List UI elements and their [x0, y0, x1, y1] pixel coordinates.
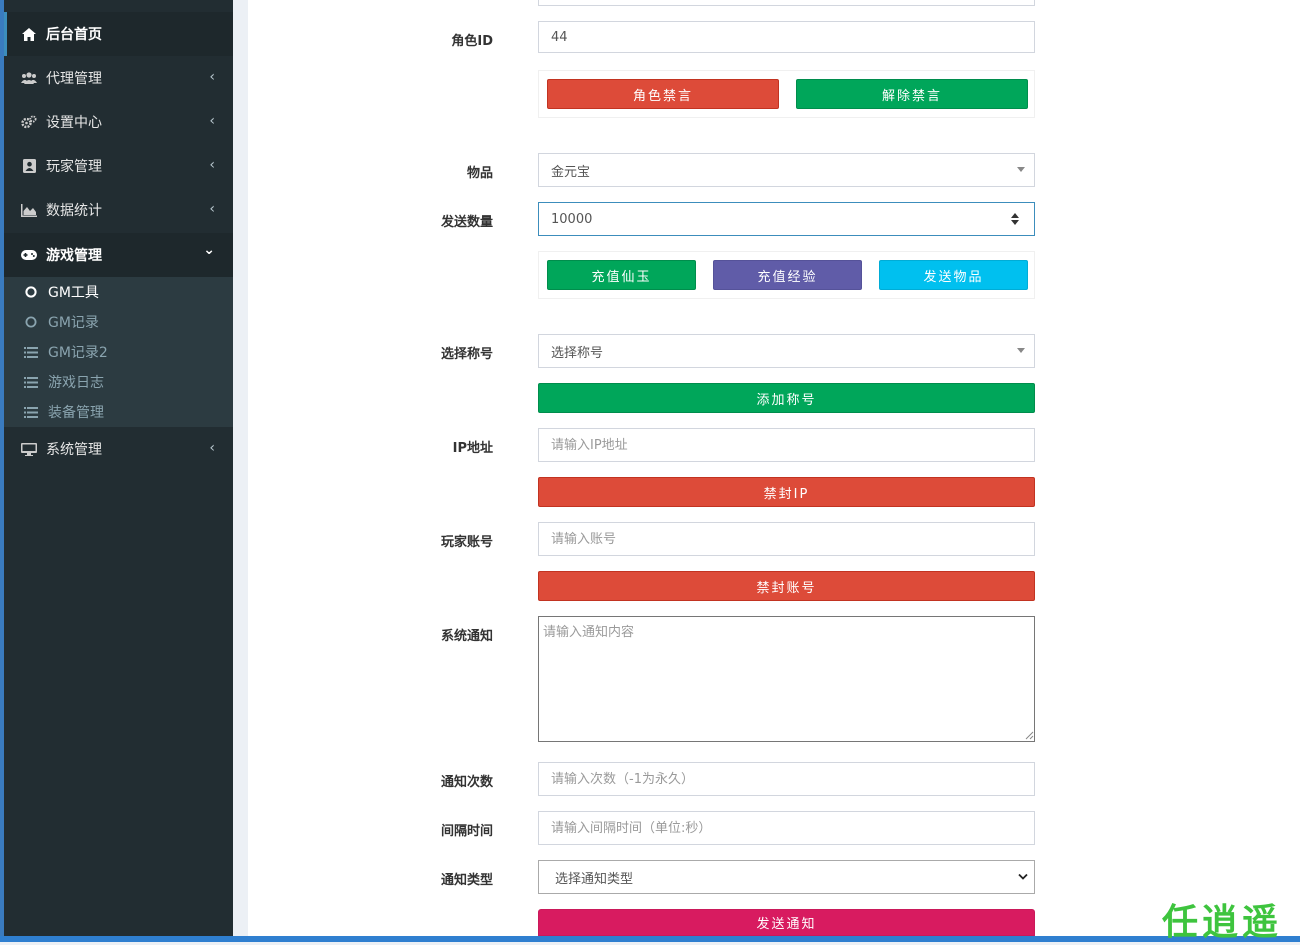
submenu-item-label: 游戏日志 — [48, 375, 104, 391]
send-notice-button[interactable]: 发送通知 — [538, 909, 1035, 936]
notice-count-input[interactable] — [538, 762, 1035, 796]
desktop-taskbar-strip — [0, 936, 1300, 942]
recharge-jade-button[interactable]: 充值仙玉 — [547, 260, 696, 290]
chevron-left-icon: ‹ — [209, 201, 215, 217]
circle-icon — [23, 315, 39, 329]
sidebar-item-players[interactable]: 玩家管理 ‹ — [4, 144, 233, 188]
sidebar-item-agent[interactable]: 代理管理 ‹ — [4, 56, 233, 100]
item-select[interactable]: 金元宝 — [538, 153, 1035, 187]
interval-input[interactable] — [538, 811, 1035, 845]
sidebar-item-label: 系统管理 — [46, 442, 102, 458]
role-id-input[interactable] — [538, 21, 1035, 53]
quantity-value: 10000 — [551, 211, 593, 227]
list-icon — [23, 345, 39, 359]
caret-down-icon — [1017, 348, 1025, 353]
sidebar-item-label: 设置中心 — [46, 115, 102, 131]
chevron-left-icon: ‹ — [209, 113, 215, 129]
game-management-submenu: GM工具 GM记录 GM记录2 游戏日志 装备管理 — [4, 277, 233, 427]
gears-icon — [20, 114, 38, 130]
gamepad-icon — [20, 247, 38, 263]
gm-tool-form: 角色ID 角色禁言 解除禁言 物品 金元宝 发送数量 10000 充值仙玉 充值… — [248, 0, 1300, 936]
submenu-item-label: 装备管理 — [48, 405, 104, 421]
chevron-down-icon: ⌄ — [203, 242, 215, 258]
account-input[interactable] — [538, 522, 1035, 556]
ip-input[interactable] — [538, 428, 1035, 462]
add-title-button[interactable]: 添加称号 — [538, 383, 1035, 413]
watermark-text: 任逍遥 — [1162, 901, 1283, 943]
title-select[interactable]: 选择称号 — [538, 334, 1035, 368]
home-icon — [20, 26, 38, 42]
submenu-item-label: GM记录 — [48, 315, 99, 331]
notice-label: 系统通知 — [440, 629, 493, 644]
submenu-item-equipment[interactable]: 装备管理 — [4, 397, 233, 427]
role-id-label: 角色ID — [451, 34, 493, 49]
ip-label: IP地址 — [452, 441, 493, 456]
address-book-icon — [20, 158, 38, 174]
sidebar: 后台首页 代理管理 ‹ 设置中心 ‹ 玩家管理 ‹ 数据统计 ‹ 游戏管理 ⌄ — [4, 0, 233, 936]
submenu-item-label: GM记录2 — [48, 345, 108, 361]
account-label: 玩家账号 — [440, 535, 493, 550]
interval-label: 间隔时间 — [440, 824, 493, 839]
ban-account-button[interactable]: 禁封账号 — [538, 571, 1035, 601]
sidebar-item-statistics[interactable]: 数据统计 ‹ — [4, 188, 233, 232]
unmute-role-button[interactable]: 解除禁言 — [796, 79, 1028, 109]
title-label: 选择称号 — [440, 347, 493, 362]
quantity-label: 发送数量 — [440, 215, 493, 230]
notice-type-select[interactable]: 选择通知类型 — [538, 860, 1035, 894]
area-chart-icon — [20, 202, 38, 218]
sidebar-item-label: 代理管理 — [46, 71, 102, 87]
desktop-icon — [20, 441, 38, 457]
send-item-button[interactable]: 发送物品 — [879, 260, 1028, 290]
sidebar-item-label: 游戏管理 — [46, 248, 102, 264]
sidebar-item-label: 数据统计 — [46, 203, 102, 219]
sidebar-item-system[interactable]: 系统管理 ‹ — [4, 427, 233, 471]
circle-icon — [23, 285, 39, 299]
sidebar-item-label: 玩家管理 — [46, 159, 102, 175]
chevron-left-icon: ‹ — [209, 69, 215, 85]
quantity-input[interactable]: 10000 — [538, 202, 1035, 236]
list-icon — [23, 375, 39, 389]
users-icon — [20, 70, 38, 86]
sidebar-item-game-management[interactable]: 游戏管理 ⌄ — [4, 233, 233, 277]
recharge-exp-button[interactable]: 充值经验 — [713, 260, 862, 290]
sidebar-item-settings[interactable]: 设置中心 ‹ — [4, 100, 233, 144]
content-area: 角色ID 角色禁言 解除禁言 物品 金元宝 发送数量 10000 充值仙玉 充值… — [233, 0, 1300, 936]
notice-textarea[interactable] — [538, 616, 1035, 742]
notice-type-label: 通知类型 — [440, 873, 493, 888]
sidebar-item-label: 后台首页 — [46, 27, 102, 43]
previous-field-edge — [538, 0, 1035, 6]
submenu-item-gm-log-2[interactable]: GM记录2 — [4, 337, 233, 367]
chevron-left-icon: ‹ — [209, 157, 215, 173]
ban-ip-button[interactable]: 禁封IP — [538, 477, 1035, 507]
submenu-item-game-log[interactable]: 游戏日志 — [4, 367, 233, 397]
sidebar-item-home[interactable]: 后台首页 — [4, 12, 233, 56]
notice-type-select-value: 选择通知类型 — [555, 871, 634, 887]
submenu-item-gm-tool[interactable]: GM工具 — [4, 277, 233, 307]
submenu-item-label: GM工具 — [48, 285, 99, 301]
submenu-item-gm-log[interactable]: GM记录 — [4, 307, 233, 337]
notice-count-label: 通知次数 — [440, 775, 493, 790]
title-select-value: 选择称号 — [551, 345, 604, 361]
item-label: 物品 — [466, 166, 493, 181]
mute-role-button[interactable]: 角色禁言 — [547, 79, 779, 109]
chevron-down-icon — [1018, 873, 1028, 880]
chevron-left-icon: ‹ — [209, 440, 215, 456]
item-select-value: 金元宝 — [551, 164, 591, 180]
list-icon — [23, 405, 39, 419]
resize-handle-icon[interactable] — [1024, 730, 1034, 740]
caret-down-icon — [1017, 167, 1025, 172]
spinner-icon[interactable] — [1010, 212, 1020, 226]
